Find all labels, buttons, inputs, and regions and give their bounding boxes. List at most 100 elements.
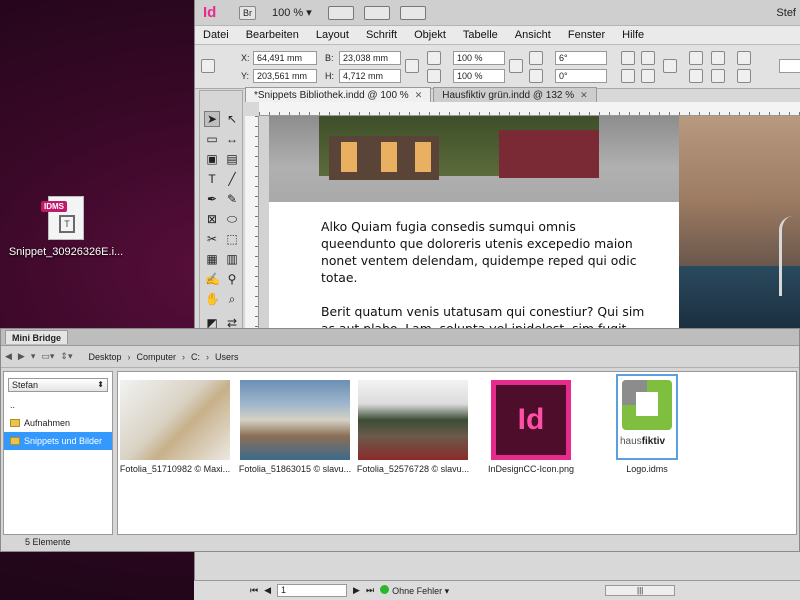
crumb-users[interactable]: Users <box>215 352 239 362</box>
select-container-icon[interactable] <box>689 51 703 65</box>
selection-tool-icon[interactable]: ➤ <box>204 111 220 127</box>
application-bar: Id Br 100 % ▾ Stef <box>195 0 800 26</box>
control-panel: X: 64,491 mm Y: 203,561 mm B: 23,038 mm … <box>195 45 800 89</box>
stroke-weight-field[interactable] <box>779 59 800 73</box>
rotate-cw-icon[interactable] <box>621 51 635 65</box>
type-tool-icon[interactable]: T <box>204 171 220 187</box>
constrain-proportions-icon[interactable] <box>405 59 419 73</box>
tab-hausfiktiv-gruen[interactable]: Hausfiktiv grün.indd @ 132 % ✕ <box>433 87 597 102</box>
tree-item-parent[interactable]: .. <box>4 396 112 414</box>
menu-datei[interactable]: Datei <box>203 29 229 41</box>
content-placer-icon[interactable]: ▤ <box>224 151 240 167</box>
rectangle-frame-tool-icon[interactable]: ⊠ <box>204 211 220 227</box>
back-icon[interactable]: ◀ <box>5 351 12 362</box>
select-content-icon[interactable] <box>689 69 703 83</box>
close-icon[interactable]: ✕ <box>415 90 423 101</box>
last-page-icon[interactable]: ⏭ <box>366 585 374 596</box>
close-icon[interactable]: ✕ <box>580 90 588 101</box>
free-transform-tool-icon[interactable]: ⬚ <box>224 231 240 247</box>
scale-x-field[interactable]: 100 % <box>453 51 505 65</box>
thumbnail-item[interactable]: Id InDesignCC-Icon.png <box>474 380 588 474</box>
zoom-tool-icon[interactable]: ⌕ <box>224 291 240 307</box>
flip-v-icon[interactable] <box>641 69 655 83</box>
tree-item-snippets-und-bilder[interactable]: Snippets und Bilder <box>4 432 112 450</box>
desktop-file-icon[interactable]: IDMS T Snippet_30926326E.i... <box>4 196 128 258</box>
bridge-button[interactable]: Br <box>239 5 256 20</box>
view-options-icon[interactable]: ▭▾ <box>41 351 54 362</box>
body-text-frame[interactable]: Alko Quiam fugia consedis sumqui omnis q… <box>321 218 651 328</box>
line-tool-icon[interactable]: ╱ <box>224 171 240 187</box>
gradient-feather-tool-icon[interactable]: ▥ <box>224 251 240 267</box>
menu-tabelle[interactable]: Tabelle <box>463 29 498 41</box>
horizontal-scrollbar[interactable]: ||| <box>605 585 676 596</box>
pencil-tool-icon[interactable]: ✎ <box>224 191 240 207</box>
first-page-icon[interactable]: ⏮ <box>250 585 258 596</box>
shear-field[interactable]: 0° <box>555 69 607 83</box>
content-collector-icon[interactable]: ▣ <box>204 151 220 167</box>
folder-icon <box>10 437 20 445</box>
fill-none-icon[interactable] <box>737 51 751 65</box>
thumbnail-item[interactable]: Fotolia_51863015 © slavu... <box>238 380 352 474</box>
rotation-field[interactable]: 6° <box>555 51 607 65</box>
pen-tool-icon[interactable]: ✒ <box>204 191 220 207</box>
screen-mode-icon[interactable] <box>363 5 390 20</box>
y-field[interactable]: 203,561 mm <box>253 69 317 83</box>
preflight-status[interactable]: Ohne Fehler ▾ <box>380 584 449 597</box>
note-tool-icon[interactable]: ✍ <box>204 271 220 287</box>
thumbnail-item-selected[interactable]: hausfiktiv Logo.idms <box>590 374 704 474</box>
sort-icon[interactable]: ⇕▾ <box>60 351 72 362</box>
crumb-computer[interactable]: Computer <box>137 352 177 362</box>
tab-snippets-bibliothek[interactable]: *Snippets Bibliothek.indd @ 100 % ✕ <box>245 87 432 102</box>
gap-tool-icon[interactable]: ↔ <box>224 131 240 147</box>
pool-house-image[interactable] <box>679 116 800 328</box>
scissors-tool-icon[interactable]: ✂ <box>204 231 220 247</box>
menu-ansicht[interactable]: Ansicht <box>515 29 551 41</box>
hand-tool-icon[interactable]: ✋ <box>204 291 220 307</box>
crumb-c-drive[interactable]: C: <box>191 352 200 362</box>
house-roof-image[interactable] <box>269 116 679 202</box>
crumb-desktop[interactable]: Desktop <box>88 352 121 362</box>
thumbnail-item[interactable]: Fotolia_52576728 © slavu... <box>356 380 470 474</box>
user-select[interactable]: Stefan ⬍ <box>8 378 108 392</box>
document-tabs: *Snippets Bibliothek.indd @ 100 % ✕ Haus… <box>245 87 599 102</box>
prev-page-icon[interactable]: ◀ <box>264 585 271 596</box>
ellipse-tool-icon[interactable]: ⬭ <box>224 211 240 227</box>
stroke-none-icon[interactable] <box>737 69 751 83</box>
x-field[interactable]: 64,491 mm <box>253 51 317 65</box>
menu-layout[interactable]: Layout <box>316 29 349 41</box>
page-tool-icon[interactable]: ▭ <box>204 131 220 147</box>
menu-objekt[interactable]: Objekt <box>414 29 446 41</box>
menu-fenster[interactable]: Fenster <box>568 29 605 41</box>
menu-hilfe[interactable]: Hilfe <box>622 29 644 41</box>
thumbnail-item[interactable]: Fotolia_51710982 © Maxi... <box>118 380 232 474</box>
view-options-icon[interactable] <box>327 5 354 20</box>
menu-schrift[interactable]: Schrift <box>366 29 397 41</box>
forward-icon[interactable]: ▶ <box>18 351 25 362</box>
chevron-right-icon: › <box>182 351 186 362</box>
tree-item-aufnahmen[interactable]: Aufnahmen <box>4 414 112 432</box>
workspace-user[interactable]: Stef <box>776 7 800 19</box>
width-field[interactable]: 23,038 mm <box>339 51 401 65</box>
height-field[interactable]: 4,712 mm <box>339 69 401 83</box>
window <box>415 142 431 172</box>
flip-h-icon[interactable] <box>621 69 635 83</box>
page-number-field[interactable]: 1 <box>277 584 348 597</box>
paragraph-icon[interactable] <box>663 59 677 73</box>
gradient-swatch-tool-icon[interactable]: ▦ <box>204 251 220 267</box>
rotate-ccw-icon[interactable] <box>641 51 655 65</box>
recent-folders-icon[interactable]: ▾ <box>31 351 36 362</box>
select-next-icon[interactable] <box>711 69 725 83</box>
direct-selection-tool-icon[interactable]: ↖ <box>224 111 240 127</box>
scale-y-field[interactable]: 100 % <box>453 69 505 83</box>
menu-bearbeiten[interactable]: Bearbeiten <box>246 29 299 41</box>
next-page-icon[interactable]: ▶ <box>353 585 360 596</box>
arrange-documents-icon[interactable] <box>399 5 426 20</box>
eyedropper-tool-icon[interactable]: ⚲ <box>224 271 240 287</box>
scale-lock-icon[interactable] <box>509 59 523 73</box>
mini-bridge-tab[interactable]: Mini Bridge <box>5 330 68 344</box>
reference-point-icon[interactable] <box>201 59 215 73</box>
zoom-select[interactable]: 100 % ▾ <box>266 6 318 19</box>
folder-icon <box>10 419 20 427</box>
select-prev-icon[interactable] <box>711 51 725 65</box>
chevron-right-icon: › <box>206 351 210 362</box>
